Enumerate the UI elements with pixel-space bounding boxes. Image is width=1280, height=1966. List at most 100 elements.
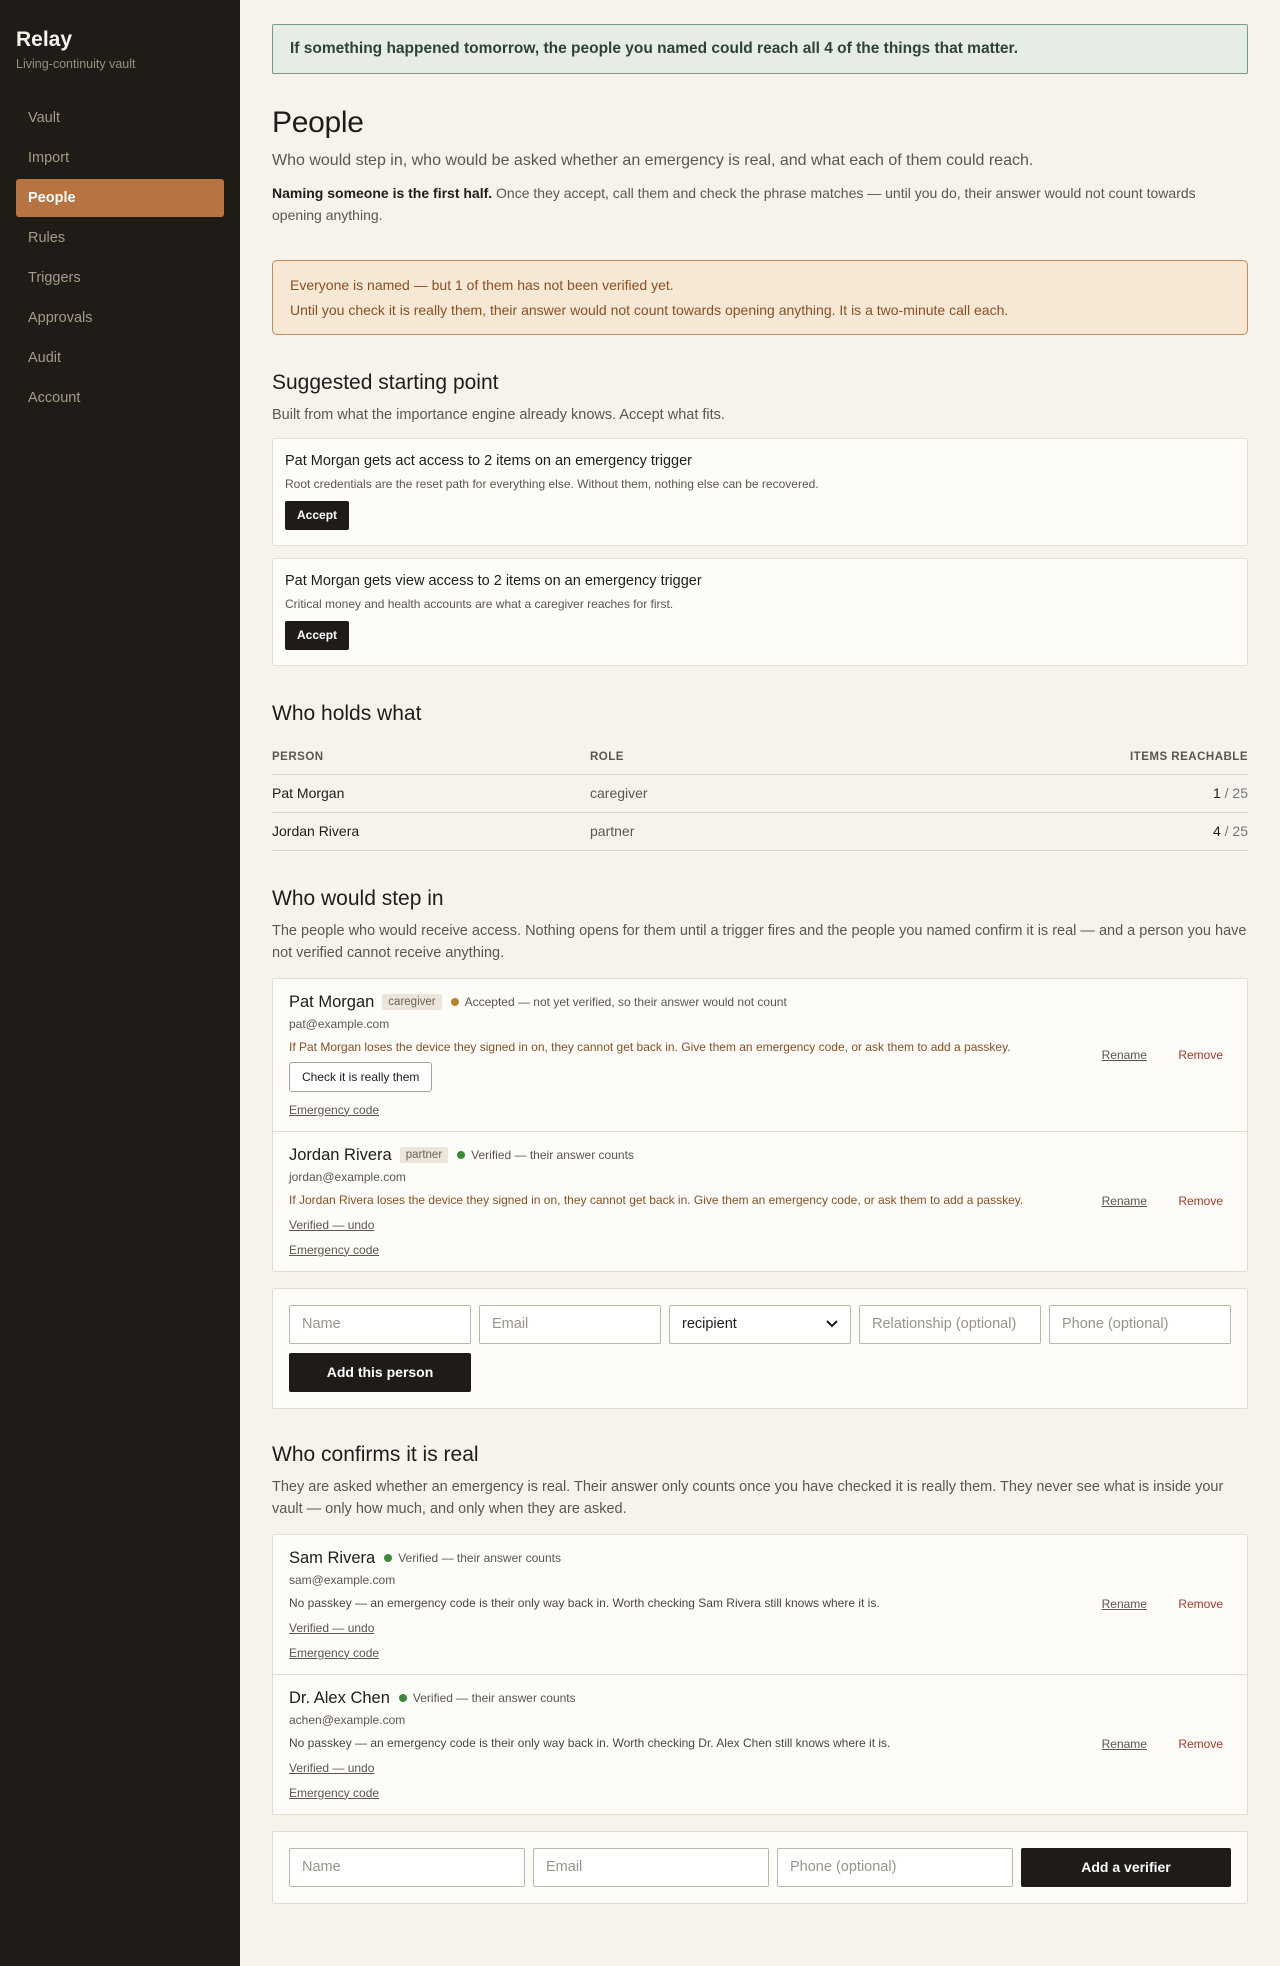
cell-items: 4 / 25 [805, 812, 1248, 851]
list-item: Pat Morgan caregiver Accepted — not yet … [273, 979, 1247, 1132]
items-total: / 25 [1220, 785, 1248, 801]
emergency-code-link[interactable]: Emergency code [289, 1646, 379, 1660]
person-header: Dr. Alex Chen Verified — their answer co… [289, 1689, 1231, 1708]
warning-line-1: Everyone is named — but 1 of them has no… [290, 277, 674, 293]
add-verifier-button[interactable]: Add a verifier [1021, 1847, 1231, 1887]
rename-link[interactable]: Rename [1102, 1194, 1147, 1208]
items-count: 4 [1212, 823, 1221, 839]
person-email: pat@example.com [289, 1016, 390, 1031]
role-badge: caregiver [382, 994, 442, 1010]
rename-link[interactable]: Rename [1102, 1737, 1147, 1751]
suggestion-card: Pat Morgan gets view access to 2 items o… [272, 558, 1248, 666]
sidebar-item-triggers[interactable]: Triggers [16, 259, 224, 297]
sidebar: Relay Living-continuity vault Vault Impo… [0, 0, 240, 1966]
verified-undo-link[interactable]: Verified — undo [289, 1761, 374, 1775]
emergency-code-link[interactable]: Emergency code [289, 1243, 379, 1257]
passkey-note: No passkey — an emergency code is their … [289, 1595, 880, 1610]
phone-input[interactable]: Phone (optional) [777, 1847, 1013, 1887]
relationship-input[interactable]: Relationship (optional) [859, 1304, 1041, 1344]
status-dot-icon [384, 1554, 393, 1562]
page-title: People [272, 106, 364, 139]
emergency-code-link[interactable]: Emergency code [289, 1786, 379, 1800]
person-header: Pat Morgan caregiver Accepted — not yet … [289, 993, 1231, 1012]
person-email: sam@example.com [289, 1572, 396, 1587]
list-item: Sam Rivera Verified — their answer count… [273, 1535, 1247, 1675]
check-identity-button[interactable]: Check it is really them [289, 1061, 433, 1092]
warning-line-2: Until you check it is really them, their… [290, 302, 1009, 318]
person-name: Sam Rivera [289, 1548, 376, 1567]
cell-person: Pat Morgan [272, 774, 590, 813]
status-dot-icon [457, 1151, 466, 1159]
page-note: Naming someone is the first half. Once t… [272, 182, 1248, 226]
remove-link[interactable]: Remove [1178, 1597, 1223, 1611]
person-actions: Rename Remove [1102, 1048, 1223, 1062]
sidebar-item-people[interactable]: People [16, 179, 224, 217]
holds-table: PERSON ROLE ITEMS REACHABLE Pat Morgan c… [272, 740, 1248, 851]
person-header: Jordan Rivera partner Verified — their a… [289, 1146, 1231, 1165]
suggestion-title: Pat Morgan gets act access to 2 items on… [285, 453, 693, 469]
confirm-sub: They are asked whether an emergency is r… [272, 1478, 1224, 1517]
suggested-sub: Built from what the importance engine al… [272, 407, 725, 423]
verified-undo-link[interactable]: Verified — undo [289, 1218, 374, 1232]
app-name: Relay [16, 28, 73, 51]
holds-title: Who holds what [272, 702, 422, 725]
status-dot-icon [450, 998, 459, 1006]
page-lead: Who would step in, who would be asked wh… [272, 152, 1034, 169]
sidebar-item-rules[interactable]: Rules [16, 219, 224, 257]
name-input[interactable]: Name [289, 1847, 525, 1887]
person-name: Pat Morgan [289, 992, 375, 1011]
remove-link[interactable]: Remove [1178, 1737, 1223, 1751]
status-text: Verified — their answer counts [471, 1148, 634, 1162]
device-warning: If Jordan Rivera loses the device they s… [289, 1192, 1024, 1207]
column-header-role: ROLE [590, 740, 806, 775]
form-row: Name Email recipient Relationship (optio… [289, 1304, 1231, 1344]
chevron-down-icon [826, 1320, 838, 1328]
main-content: If something happened tomorrow, the peop… [272, 24, 1248, 1904]
sidebar-item-approvals[interactable]: Approvals [16, 299, 224, 337]
column-header-items: ITEMS REACHABLE [805, 740, 1248, 775]
accept-button[interactable]: Accept [285, 501, 350, 530]
role-select[interactable]: recipient [669, 1304, 851, 1344]
suggested-title: Suggested starting point [272, 371, 499, 394]
rename-link[interactable]: Rename [1102, 1048, 1147, 1062]
rename-link[interactable]: Rename [1102, 1597, 1147, 1611]
suggestion-desc: Root credentials are the reset path for … [285, 477, 819, 491]
person-name: Dr. Alex Chen [289, 1688, 390, 1707]
role-badge: partner [399, 1147, 449, 1163]
sidebar-item-vault[interactable]: Vault [16, 99, 224, 137]
cell-person: Jordan Rivera [272, 812, 590, 851]
remove-link[interactable]: Remove [1178, 1048, 1223, 1062]
cell-role: partner [590, 812, 806, 851]
table-row: Jordan Rivera partner 4 / 25 [272, 812, 1248, 851]
form-row: Name Email Phone (optional) Add a verifi… [289, 1847, 1231, 1887]
emergency-code-link[interactable]: Emergency code [289, 1103, 379, 1117]
name-input[interactable]: Name [289, 1304, 471, 1344]
suggestion-card: Pat Morgan gets act access to 2 items on… [272, 438, 1248, 546]
table-row: Pat Morgan caregiver 1 / 25 [272, 774, 1248, 813]
items-count: 1 [1212, 785, 1221, 801]
list-item: Jordan Rivera partner Verified — their a… [273, 1132, 1247, 1271]
person-name: Jordan Rivera [289, 1145, 392, 1164]
list-item: Dr. Alex Chen Verified — their answer co… [273, 1675, 1247, 1814]
suggestion-desc: Critical money and health accounts are w… [285, 597, 674, 611]
person-actions: Rename Remove [1102, 1737, 1223, 1751]
cell-items: 1 / 25 [805, 774, 1248, 813]
sidebar-item-import[interactable]: Import [16, 139, 224, 177]
person-actions: Rename Remove [1102, 1194, 1223, 1208]
person-actions: Rename Remove [1102, 1597, 1223, 1611]
email-input[interactable]: Email [479, 1304, 661, 1344]
table-header-row: PERSON ROLE ITEMS REACHABLE [272, 740, 1248, 775]
remove-link[interactable]: Remove [1178, 1194, 1223, 1208]
email-input[interactable]: Email [533, 1847, 769, 1887]
status-text: Accepted — not yet verified, so their an… [464, 995, 787, 1009]
coverage-banner: If something happened tomorrow, the peop… [272, 24, 1248, 74]
add-person-button[interactable]: Add this person [289, 1352, 471, 1392]
accept-button[interactable]: Accept [285, 621, 350, 650]
page-note-bold: Naming someone is the first half. [272, 185, 493, 201]
phone-input[interactable]: Phone (optional) [1049, 1304, 1231, 1344]
verified-undo-link[interactable]: Verified — undo [289, 1621, 374, 1635]
status-text: Verified — their answer counts [398, 1551, 561, 1565]
person-email: achen@example.com [289, 1712, 406, 1727]
sidebar-item-account[interactable]: Account [16, 379, 224, 417]
sidebar-item-audit[interactable]: Audit [16, 339, 224, 377]
